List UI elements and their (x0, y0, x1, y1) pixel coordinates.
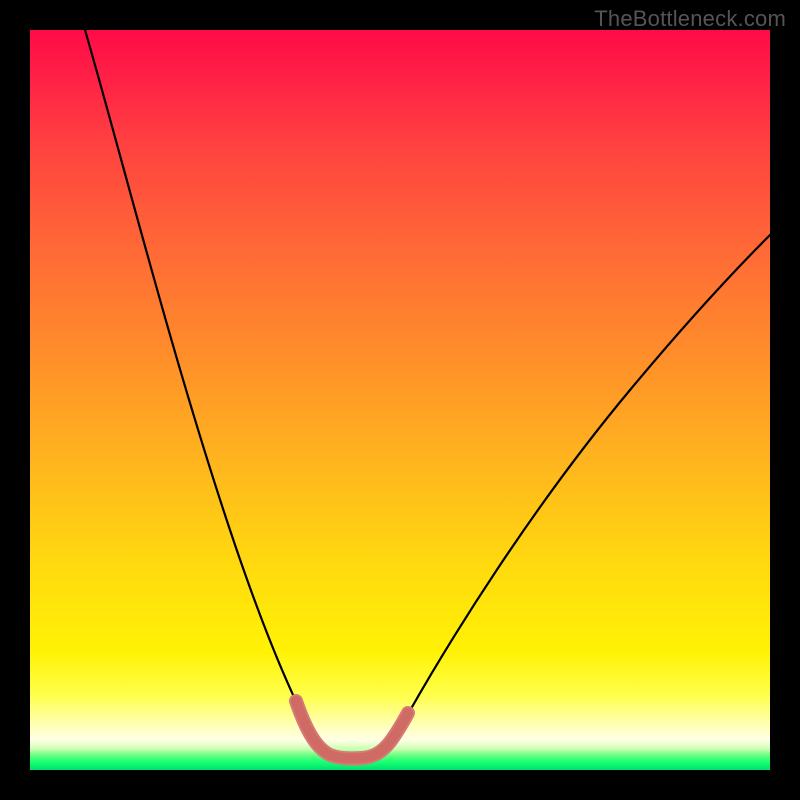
curve-path (85, 30, 770, 756)
watermark-label: TheBottleneck.com (594, 6, 786, 32)
chart-stage: TheBottleneck.com (0, 0, 800, 800)
plot-area (30, 30, 770, 770)
bottleneck-curve (30, 30, 770, 770)
